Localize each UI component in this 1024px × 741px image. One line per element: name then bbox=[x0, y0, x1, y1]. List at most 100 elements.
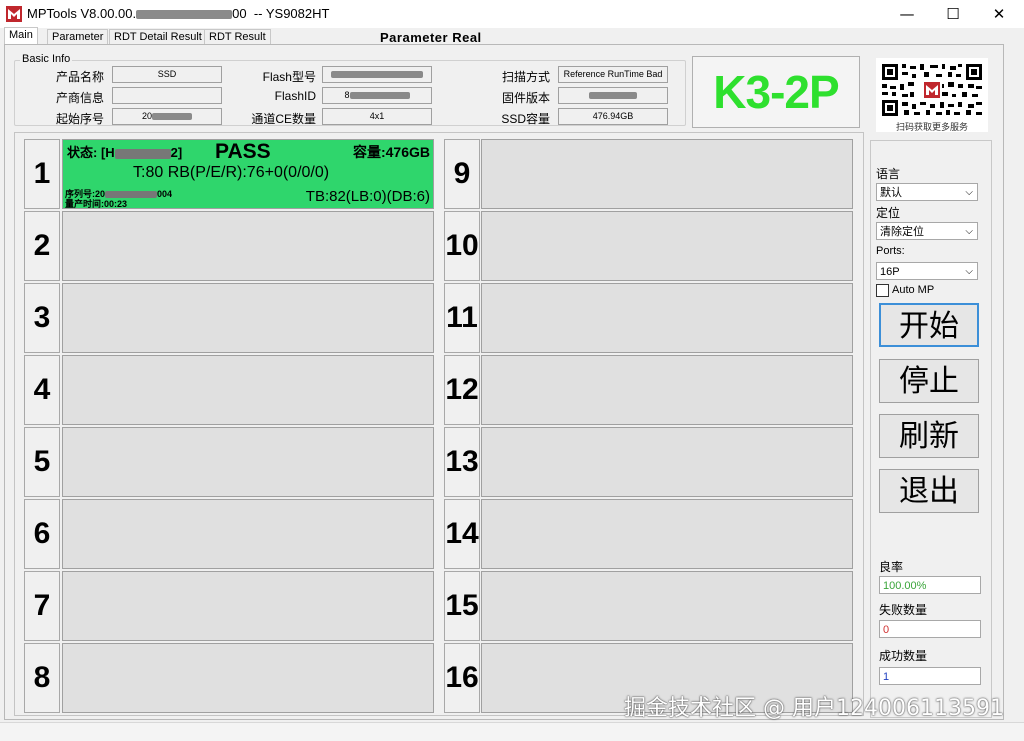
port-slot[interactable] bbox=[481, 499, 853, 569]
status-label: 状态: [H 2] bbox=[67, 145, 183, 160]
language-value: 默认 bbox=[880, 187, 902, 199]
slot-number: 12 bbox=[444, 355, 480, 425]
slot-number: 7 bbox=[24, 571, 60, 641]
port-slot[interactable] bbox=[62, 211, 434, 281]
redacted-block bbox=[589, 92, 637, 100]
slot-number: 6 bbox=[24, 499, 60, 569]
redacted-block bbox=[349, 92, 410, 100]
chevron-down-icon: ⌵ bbox=[965, 187, 973, 198]
redacted-block bbox=[136, 10, 233, 20]
flash-id-field[interactable]: 8 bbox=[322, 87, 432, 104]
tab-main[interactable]: Main bbox=[4, 27, 38, 45]
fail-count-label: 失败数量 bbox=[879, 603, 928, 617]
model-badge: K3-2P bbox=[692, 56, 860, 128]
yield-field: 100.00% bbox=[879, 576, 981, 594]
redacted-block bbox=[152, 113, 192, 121]
slot-number: 8 bbox=[24, 643, 60, 713]
window-title: MPTools V8.00.00. 00 -- YS9082HT bbox=[27, 6, 329, 21]
port-slot[interactable] bbox=[481, 283, 853, 353]
port-slot[interactable] bbox=[62, 355, 434, 425]
tab-rdt-detail-result[interactable]: RDT Detail Result bbox=[109, 29, 207, 45]
minimize-button[interactable]: — bbox=[884, 0, 930, 28]
port-slot[interactable] bbox=[481, 211, 853, 281]
vendor-field[interactable] bbox=[112, 87, 222, 104]
result-label: PASS bbox=[215, 140, 271, 163]
firmware-field[interactable] bbox=[558, 87, 668, 104]
ce-count-field[interactable]: 4x1 bbox=[322, 108, 432, 125]
port-slot[interactable] bbox=[481, 571, 853, 641]
tb-line: TB:82(LB:0)(DB:6) bbox=[305, 188, 430, 205]
auto-mp-label: Auto MP bbox=[892, 284, 935, 296]
slot-number: 14 bbox=[444, 499, 480, 569]
port-slot[interactable] bbox=[62, 283, 434, 353]
redacted-block bbox=[114, 148, 171, 159]
bottom-strip bbox=[0, 722, 1024, 741]
ce-count-label: 通道CE数量 bbox=[251, 112, 316, 126]
slot-number: 5 bbox=[24, 427, 60, 497]
flash-id-label: FlashID bbox=[274, 89, 316, 103]
language-label: 语言 bbox=[876, 167, 901, 181]
ports-value: 16P bbox=[880, 266, 900, 278]
maximize-button[interactable]: ☐ bbox=[930, 0, 976, 28]
port-slot[interactable] bbox=[481, 427, 853, 497]
slot-number: 9 bbox=[444, 139, 480, 209]
port-slot[interactable] bbox=[481, 139, 853, 209]
stop-button[interactable]: 停止 bbox=[879, 359, 979, 403]
app-logo-icon bbox=[6, 6, 22, 22]
chevron-down-icon: ⌵ bbox=[965, 226, 973, 237]
capacity-label: 容量:476GB bbox=[352, 144, 430, 160]
start-button[interactable]: 开始 bbox=[879, 303, 979, 347]
slot-number: 2 bbox=[24, 211, 60, 281]
port-slot[interactable] bbox=[62, 499, 434, 569]
close-button[interactable]: ✕ bbox=[976, 0, 1022, 28]
fail-count-field: 0 bbox=[879, 620, 981, 638]
title-prefix: MPTools V8.00.00. bbox=[27, 6, 137, 21]
chevron-down-icon: ⌵ bbox=[965, 266, 973, 277]
auto-mp-checkbox[interactable] bbox=[876, 284, 889, 297]
refresh-button[interactable]: 刷新 bbox=[879, 414, 979, 458]
temperature-line: T:80 RB(P/E/R):76+0(0/0/0) bbox=[133, 164, 330, 181]
flash-type-label: Flash型号 bbox=[262, 70, 316, 84]
tab-rdt-result[interactable]: RDT Result bbox=[204, 29, 271, 45]
success-count-label: 成功数量 bbox=[879, 649, 928, 663]
title-mid: 00 bbox=[232, 6, 247, 21]
port-slot[interactable] bbox=[62, 643, 434, 713]
flash-type-field[interactable] bbox=[322, 66, 432, 83]
mp-time-line: 量产时间:00:23 bbox=[65, 199, 128, 209]
firmware-label: 固件版本 bbox=[501, 91, 550, 105]
ssd-capacity-label: SSD容量 bbox=[501, 112, 550, 126]
ssd-capacity-field[interactable]: 476.94GB bbox=[558, 108, 668, 125]
scan-mode-label: 扫描方式 bbox=[501, 70, 550, 84]
watermark: 掘金技术社区 @ 用户124006113591 bbox=[624, 696, 1004, 721]
start-serial-field[interactable]: 20 bbox=[112, 108, 222, 125]
slot-number: 4 bbox=[24, 355, 60, 425]
scan-mode-field[interactable]: Reference RunTime Bad bbox=[558, 66, 668, 83]
parameter-real-label: Parameter Real bbox=[380, 30, 482, 45]
locate-value: 清除定位 bbox=[880, 226, 924, 238]
ports-select[interactable]: 16P ⌵ bbox=[876, 262, 978, 280]
slot-number: 15 bbox=[444, 571, 480, 641]
port-slot[interactable] bbox=[481, 355, 853, 425]
title-suffix: -- YS9082HT bbox=[253, 6, 330, 21]
start-serial-label: 起始序号 bbox=[55, 112, 104, 126]
port-slot[interactable] bbox=[62, 571, 434, 641]
port-slot[interactable] bbox=[62, 427, 434, 497]
redacted-block bbox=[331, 71, 423, 79]
slot-number: 11 bbox=[444, 283, 480, 353]
language-select[interactable]: 默认 ⌵ bbox=[876, 183, 978, 201]
product-name-label: 产品名称 bbox=[55, 70, 104, 84]
locate-label: 定位 bbox=[876, 206, 901, 220]
flash-id-value: 8 bbox=[344, 90, 350, 100]
locate-select[interactable]: 清除定位 ⌵ bbox=[876, 222, 978, 240]
slot-number: 13 bbox=[444, 427, 480, 497]
start-serial-value: 20 bbox=[141, 111, 152, 121]
product-name-field[interactable]: SSD bbox=[112, 66, 222, 83]
port-slot[interactable]: 状态: [H 2] PASS 容量:476GB T:80 RB(P/E/R):76+0(… bbox=[62, 139, 434, 209]
exit-button[interactable]: 退出 bbox=[879, 469, 979, 513]
qr-code-icon bbox=[880, 62, 984, 118]
slot-number: 1 bbox=[24, 139, 60, 209]
yield-label: 良率 bbox=[879, 560, 904, 574]
tab-parameter[interactable]: Parameter bbox=[47, 29, 109, 45]
ports-label: Ports: bbox=[876, 245, 905, 257]
slot-number: 10 bbox=[444, 211, 480, 281]
